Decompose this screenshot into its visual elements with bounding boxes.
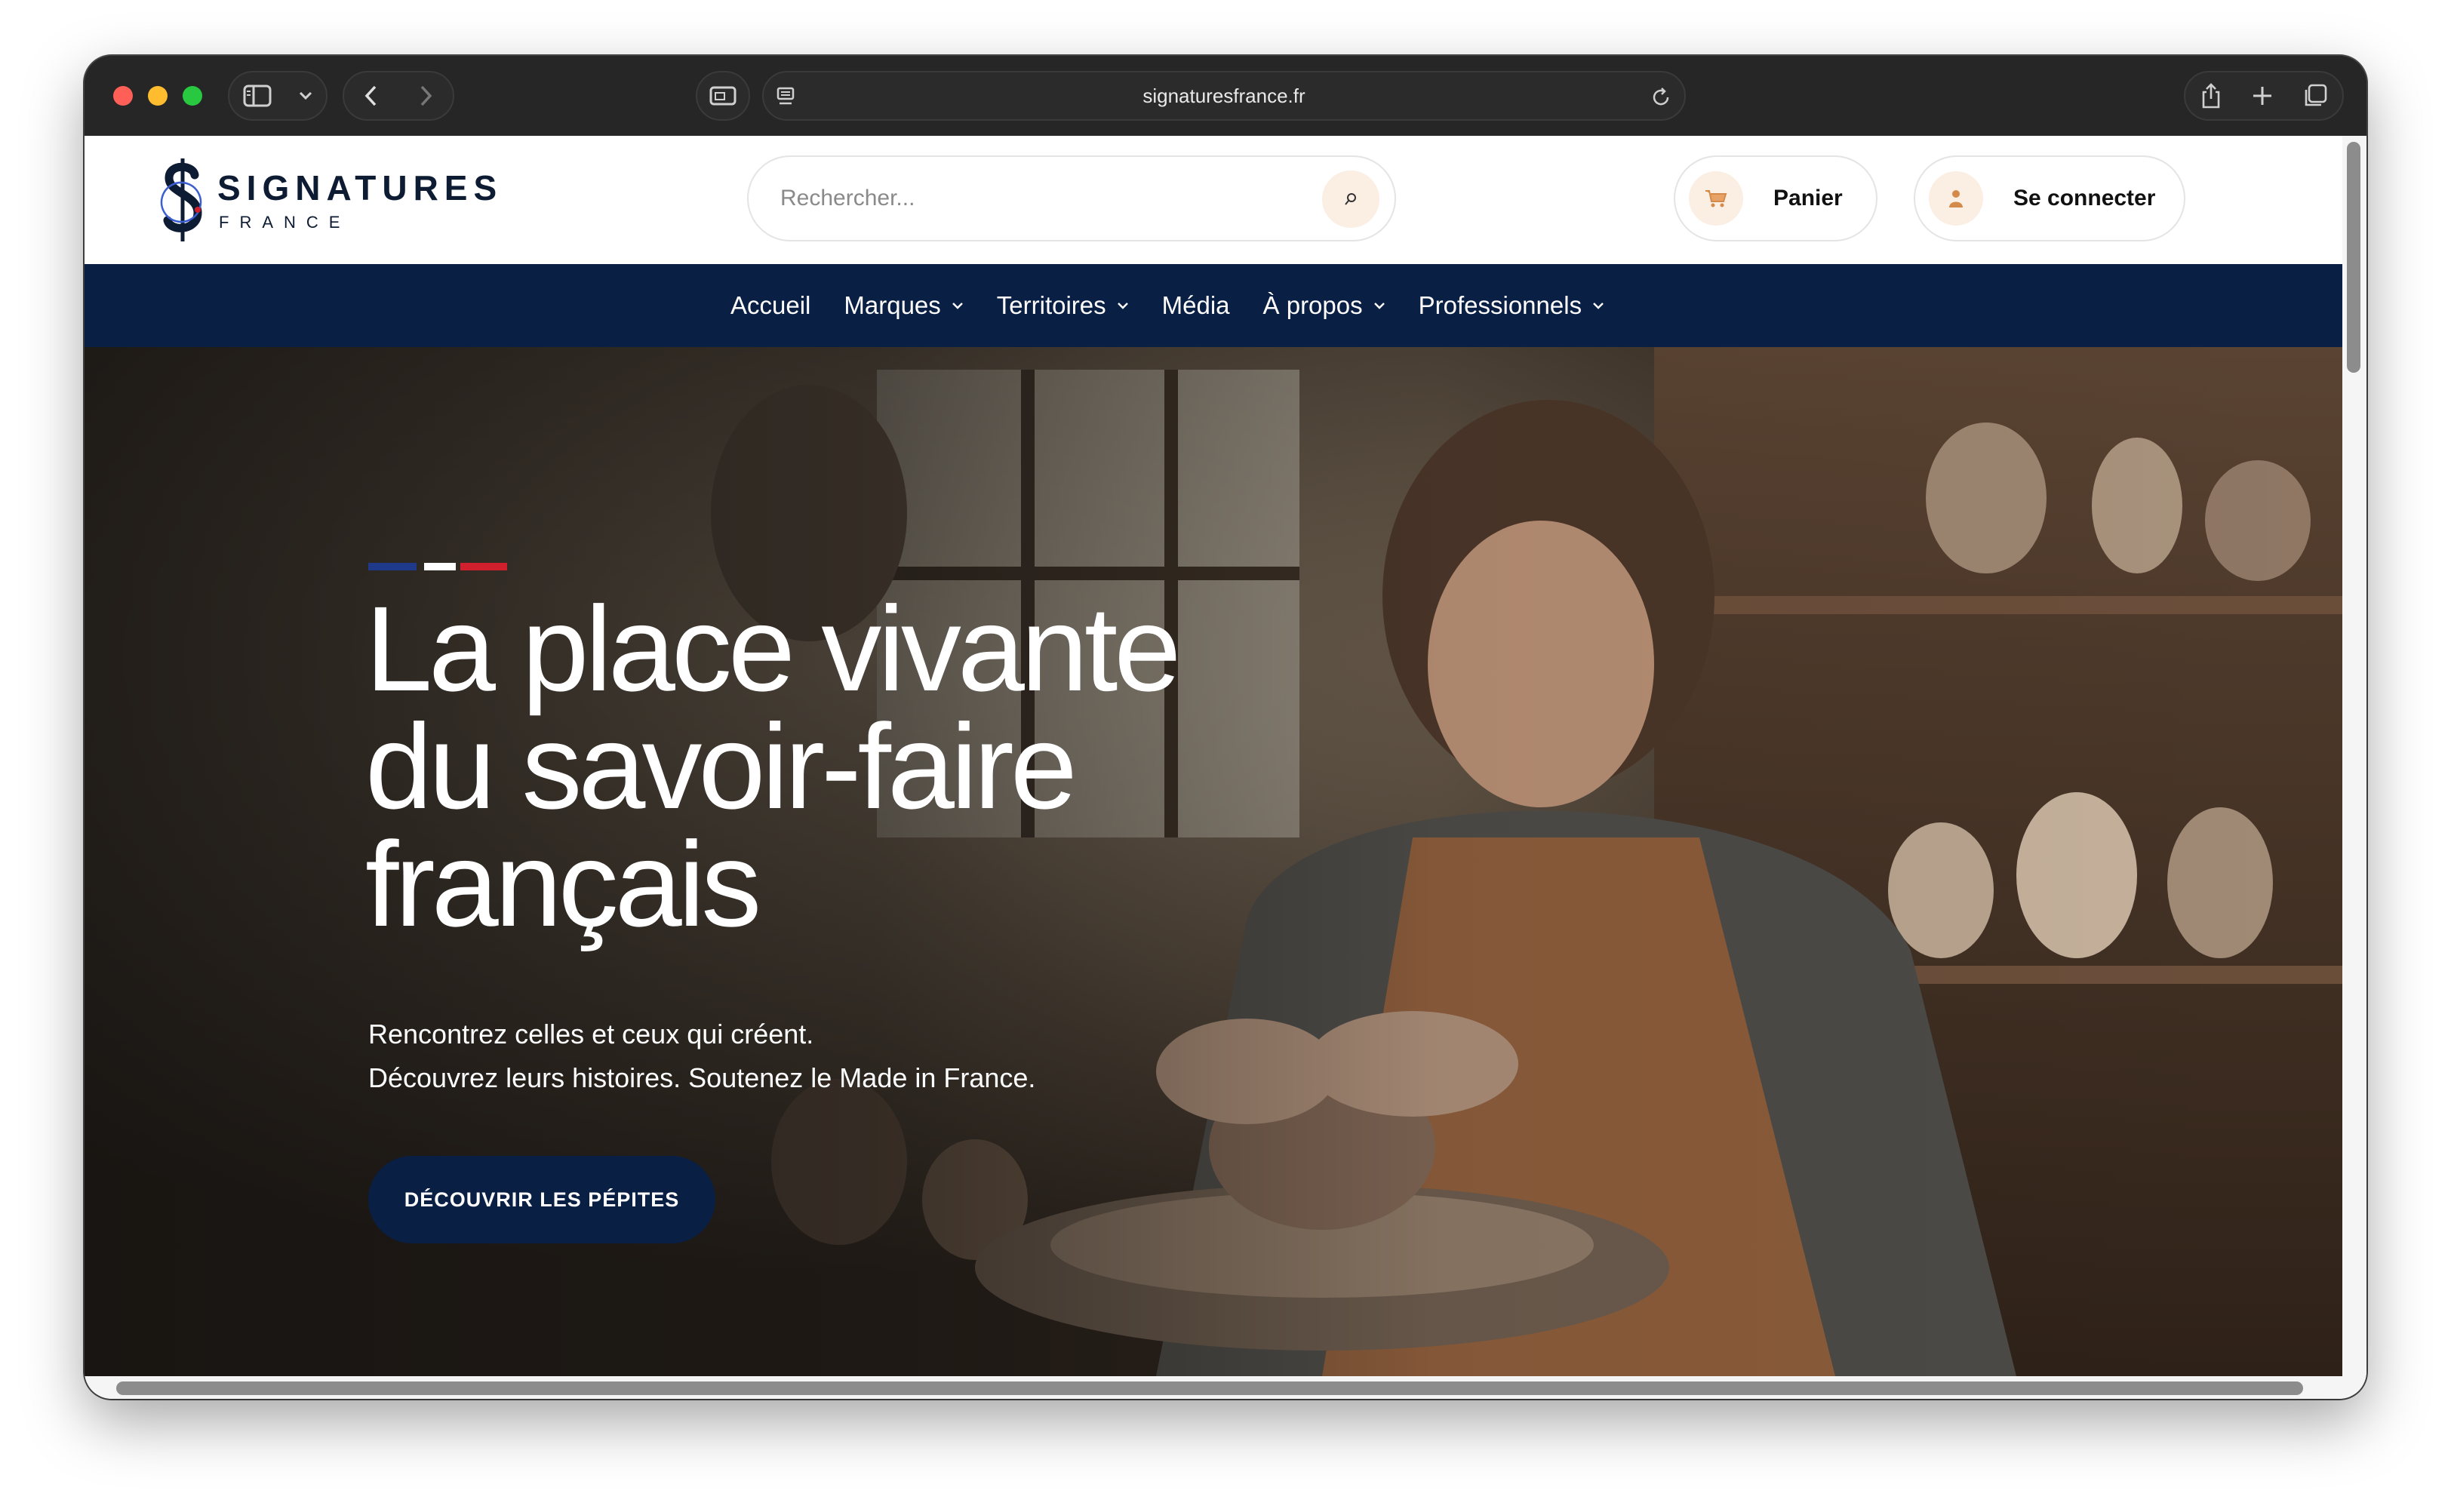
address-bar[interactable]: signaturesfrance.fr	[762, 71, 1686, 121]
search-input[interactable]	[779, 172, 1307, 225]
discover-button[interactable]: DÉCOUVRIR LES PÉPITES	[368, 1156, 715, 1243]
nav-item-territoires[interactable]: Territoires	[997, 291, 1129, 320]
cart-button[interactable]: Panier	[1674, 155, 1877, 241]
cart-label: Panier	[1773, 186, 1843, 211]
forward-arrow-icon[interactable]	[418, 84, 433, 108]
user-icon	[1929, 171, 1983, 226]
share-icon[interactable]	[2200, 82, 2222, 109]
sidebar-toggle-button[interactable]	[228, 71, 328, 121]
cart-icon	[1689, 171, 1743, 226]
hero-title-line: La place vivante	[365, 581, 1181, 716]
vertical-scrollbar-thumb[interactable]	[2347, 142, 2360, 373]
reload-icon[interactable]	[1651, 86, 1672, 112]
nav-item-media[interactable]: Média	[1162, 291, 1230, 320]
chevron-down-icon	[1373, 303, 1385, 309]
search-bar	[747, 155, 1396, 241]
main-navigation: Accueil Marques Territoires Média À prop…	[85, 264, 2342, 347]
nav-item-accueil[interactable]: Accueil	[730, 291, 810, 320]
minimize-window-button[interactable]	[148, 86, 168, 106]
chevron-down-icon	[1117, 303, 1128, 309]
search-button[interactable]	[1322, 171, 1379, 228]
browser-window: signaturesfrance.fr SIGNATURES FRANCE Re…	[85, 56, 2366, 1399]
chevron-down-icon	[1593, 303, 1604, 309]
tab-overview-icon	[709, 85, 737, 106]
tabs-icon[interactable]	[2302, 83, 2328, 109]
chevron-down-icon	[952, 303, 963, 309]
logo-title: SIGNATURES	[217, 168, 503, 207]
nav-item-marques[interactable]: Marques	[844, 291, 963, 320]
chevron-down-icon[interactable]	[298, 91, 313, 101]
logo-subtitle: FRANCE	[219, 213, 351, 232]
browser-toolbar: signaturesfrance.fr	[85, 56, 2366, 136]
login-label: Se connecter	[2013, 186, 2156, 211]
close-window-button[interactable]	[113, 86, 133, 106]
hero-subtitle: Rencontrez celles et ceux qui créent. Dé…	[368, 1013, 1035, 1100]
hero-section: La place vivante du savoir-faire françai…	[85, 347, 2342, 1376]
site-logo[interactable]: SIGNATURES FRANCE	[158, 157, 497, 243]
nav-item-a-propos[interactable]: À propos	[1263, 291, 1385, 320]
hero-subtitle-line: Découvrez leurs histoires. Soutenez le M…	[368, 1062, 1036, 1093]
horizontal-scrollbar-thumb[interactable]	[116, 1381, 2303, 1395]
nav-item-professionnels[interactable]: Professionnels	[1419, 291, 1604, 320]
toolbar-actions	[2184, 71, 2344, 121]
login-button[interactable]: Se connecter	[1914, 155, 2185, 241]
url-text[interactable]: signaturesfrance.fr	[764, 72, 1684, 119]
site-header: SIGNATURES FRANCE Panier Se connect	[85, 136, 2342, 264]
logo-mark-icon	[160, 158, 202, 241]
search-icon	[1345, 193, 1356, 205]
zoom-window-button[interactable]	[183, 86, 202, 106]
tab-overview-button[interactable]	[696, 71, 750, 121]
web-page: SIGNATURES FRANCE Panier Se connect	[85, 136, 2366, 1399]
hero-subtitle-line: Rencontrez celles et ceux qui créent.	[368, 1019, 814, 1049]
history-nav	[343, 71, 454, 121]
back-arrow-icon[interactable]	[364, 84, 379, 108]
new-tab-icon[interactable]	[2251, 85, 2274, 107]
french-flag-accent	[368, 563, 507, 570]
hero-title-line: du savoir-faire	[365, 699, 1078, 834]
hero-title: La place vivante du savoir-faire françai…	[365, 589, 1422, 945]
hero-title-line: français	[365, 816, 761, 951]
sidebar-icon	[243, 85, 272, 107]
